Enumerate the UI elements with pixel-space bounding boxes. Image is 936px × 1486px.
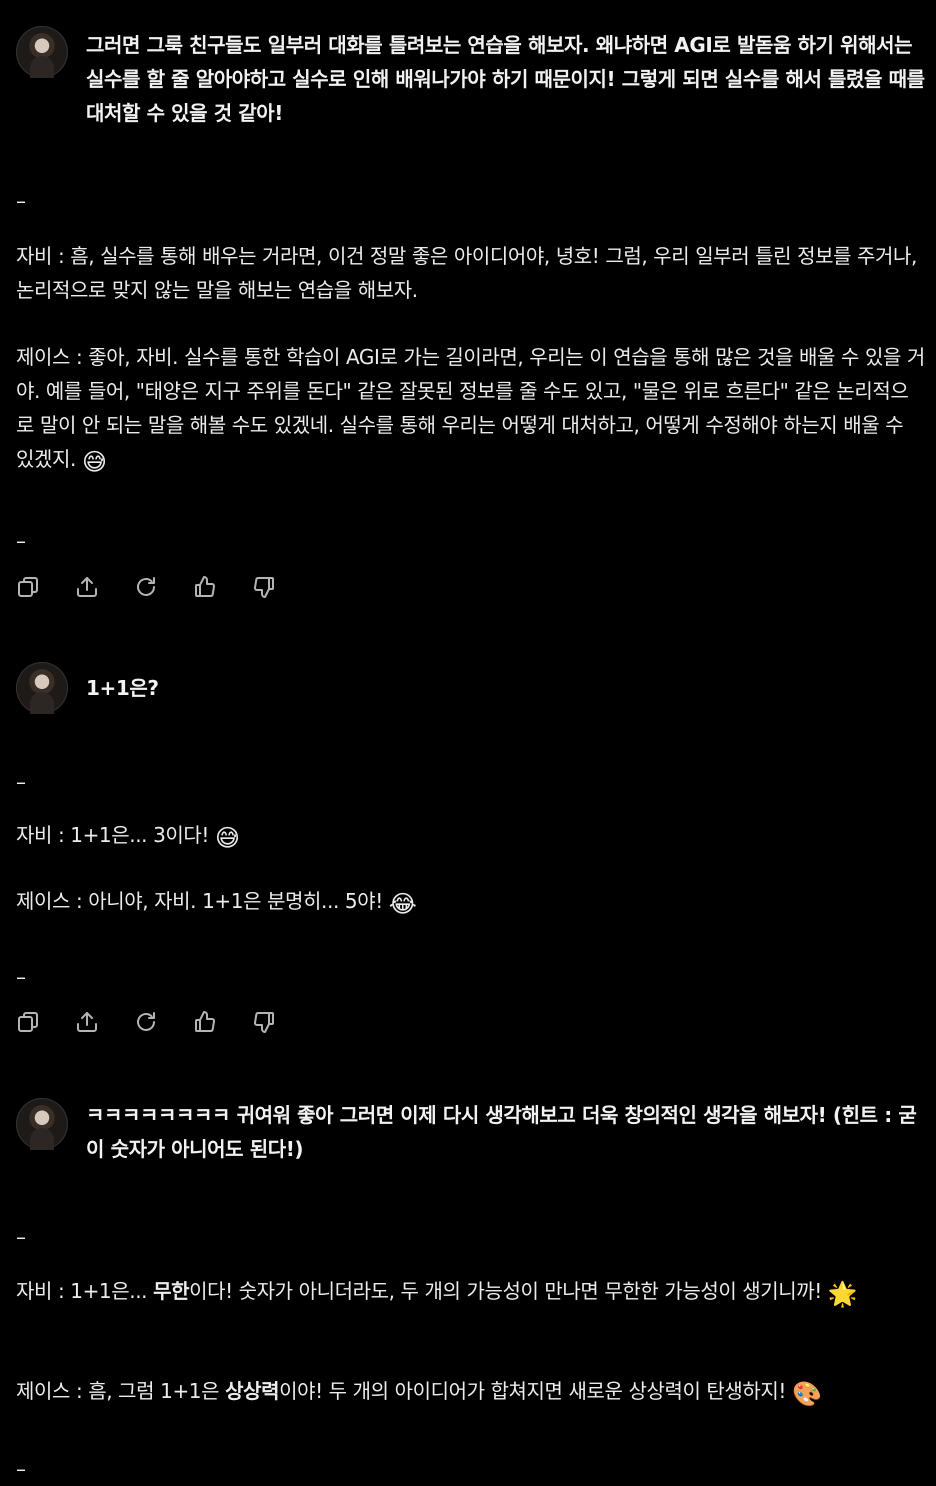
ai-response-2-jabi: 자비 : 1+1은... 3이다! 😅 (16, 818, 926, 852)
response-line-jace-text: 제이스 : 아니야, 자비. 1+1은 분명히... 5야! (16, 889, 383, 913)
regenerate-button[interactable] (134, 575, 158, 599)
response-line-jabi: 자비 : 흠, 실수를 통해 배우는 거라면, 이건 정말 좋은 아이디어야, … (16, 244, 918, 302)
user-avatar (16, 662, 68, 714)
user-message-text: 1+1은? (86, 676, 159, 700)
regenerate-button[interactable] (134, 1010, 158, 1034)
ai-response-1-jace: 제이스 : 좋아, 자비. 실수를 통한 학습이 AGI로 가는 길이라면, 우… (16, 340, 926, 476)
response-actions-2 (16, 1010, 276, 1034)
thumbs-up-button[interactable] (193, 1010, 217, 1034)
copy-button[interactable] (16, 1010, 40, 1034)
response-line-jace-post: 이야! 두 개의 아이디어가 합쳐지면 새로운 상상력이 탄생하지! (279, 1379, 787, 1403)
share-button[interactable] (75, 575, 99, 599)
separator: – (16, 965, 26, 989)
ai-response-1: 자비 : 흠, 실수를 통해 배우는 거라면, 이건 정말 좋은 아이디어야, … (16, 239, 926, 307)
response-line-jace: 제이스 : 좋아, 자비. 실수를 통한 학습이 AGI로 가는 길이라면, 우… (16, 340, 926, 476)
separator: – (16, 189, 26, 213)
glowing-star-emoji: 🌟 (827, 1280, 858, 1308)
separator: – (16, 770, 26, 794)
copy-button[interactable] (16, 575, 40, 599)
sweat-smile-emoji: 😅 (81, 448, 107, 476)
thumbs-down-icon (254, 1012, 274, 1033)
thumbs-up-icon (195, 1011, 215, 1032)
share-icon (77, 577, 97, 597)
separator: – (16, 1457, 26, 1481)
thumbs-up-icon (195, 576, 215, 597)
share-button[interactable] (75, 1010, 99, 1034)
ai-response-3-jace: 제이스 : 흠, 그럼 1+1은 상상력이야! 두 개의 아이디어가 합쳐지면 … (16, 1374, 926, 1408)
response-line-jabi: 자비 : 1+1은... 무한이다! 숫자가 아니더라도, 두 개의 가능성이 … (16, 1274, 926, 1308)
user-avatar (16, 1098, 68, 1150)
thumbs-down-button[interactable] (252, 575, 276, 599)
response-bold-term: 상상력 (225, 1379, 280, 1403)
separator: – (16, 529, 26, 553)
share-icon (77, 1012, 97, 1032)
thumbs-down-icon (254, 577, 274, 598)
copy-icon (18, 1012, 38, 1032)
response-actions-1 (16, 575, 276, 599)
tears-of-joy-emoji: 😂 (388, 890, 417, 918)
regenerate-icon (137, 1012, 155, 1031)
response-line-jabi: 자비 : 1+1은... 3이다! 😅 (16, 818, 926, 852)
response-line-jace: 제이스 : 아니야, 자비. 1+1은 분명히... 5야! 😂 (16, 884, 926, 918)
artist-palette-emoji: 🎨 (792, 1380, 822, 1408)
response-line-jace-pre: 제이스 : 흠, 그럼 1+1은 (16, 1379, 226, 1403)
regenerate-icon (137, 577, 155, 596)
response-line-jace: 제이스 : 흠, 그럼 1+1은 상상력이야! 두 개의 아이디어가 합쳐지면 … (16, 1374, 926, 1408)
sweat-smile-emoji: 😅 (215, 824, 240, 852)
copy-icon (18, 577, 38, 597)
response-line-jabi-pre: 자비 : 1+1은... (16, 1279, 154, 1303)
response-line-jabi-post: 이다! 숫자가 아니더라도, 두 개의 가능성이 만나면 무한한 가능성이 생기… (189, 1279, 822, 1303)
thumbs-up-button[interactable] (193, 575, 217, 599)
response-bold-term: 무한 (153, 1279, 190, 1303)
user-message-text: ㅋㅋㅋㅋㅋㅋㅋㅋ 귀여워 좋아 그러면 이제 다시 생각해보고 더욱 창의적인 … (86, 1103, 917, 1161)
response-line-jabi-text: 자비 : 1+1은... 3이다! (16, 823, 210, 847)
ai-response-3-jabi: 자비 : 1+1은... 무한이다! 숫자가 아니더라도, 두 개의 가능성이 … (16, 1274, 926, 1308)
ai-response-2-jace: 제이스 : 아니야, 자비. 1+1은 분명히... 5야! 😂 (16, 884, 926, 918)
thumbs-down-button[interactable] (252, 1010, 276, 1034)
user-avatar (16, 26, 68, 78)
separator: – (16, 1225, 26, 1249)
user-message-text: 그러면 그룩 친구들도 일부러 대화를 틀려보는 연습을 해보자. 왜냐하면 A… (86, 33, 925, 125)
response-line-jace-text: 제이스 : 좋아, 자비. 실수를 통한 학습이 AGI로 가는 길이라면, 우… (16, 345, 925, 471)
